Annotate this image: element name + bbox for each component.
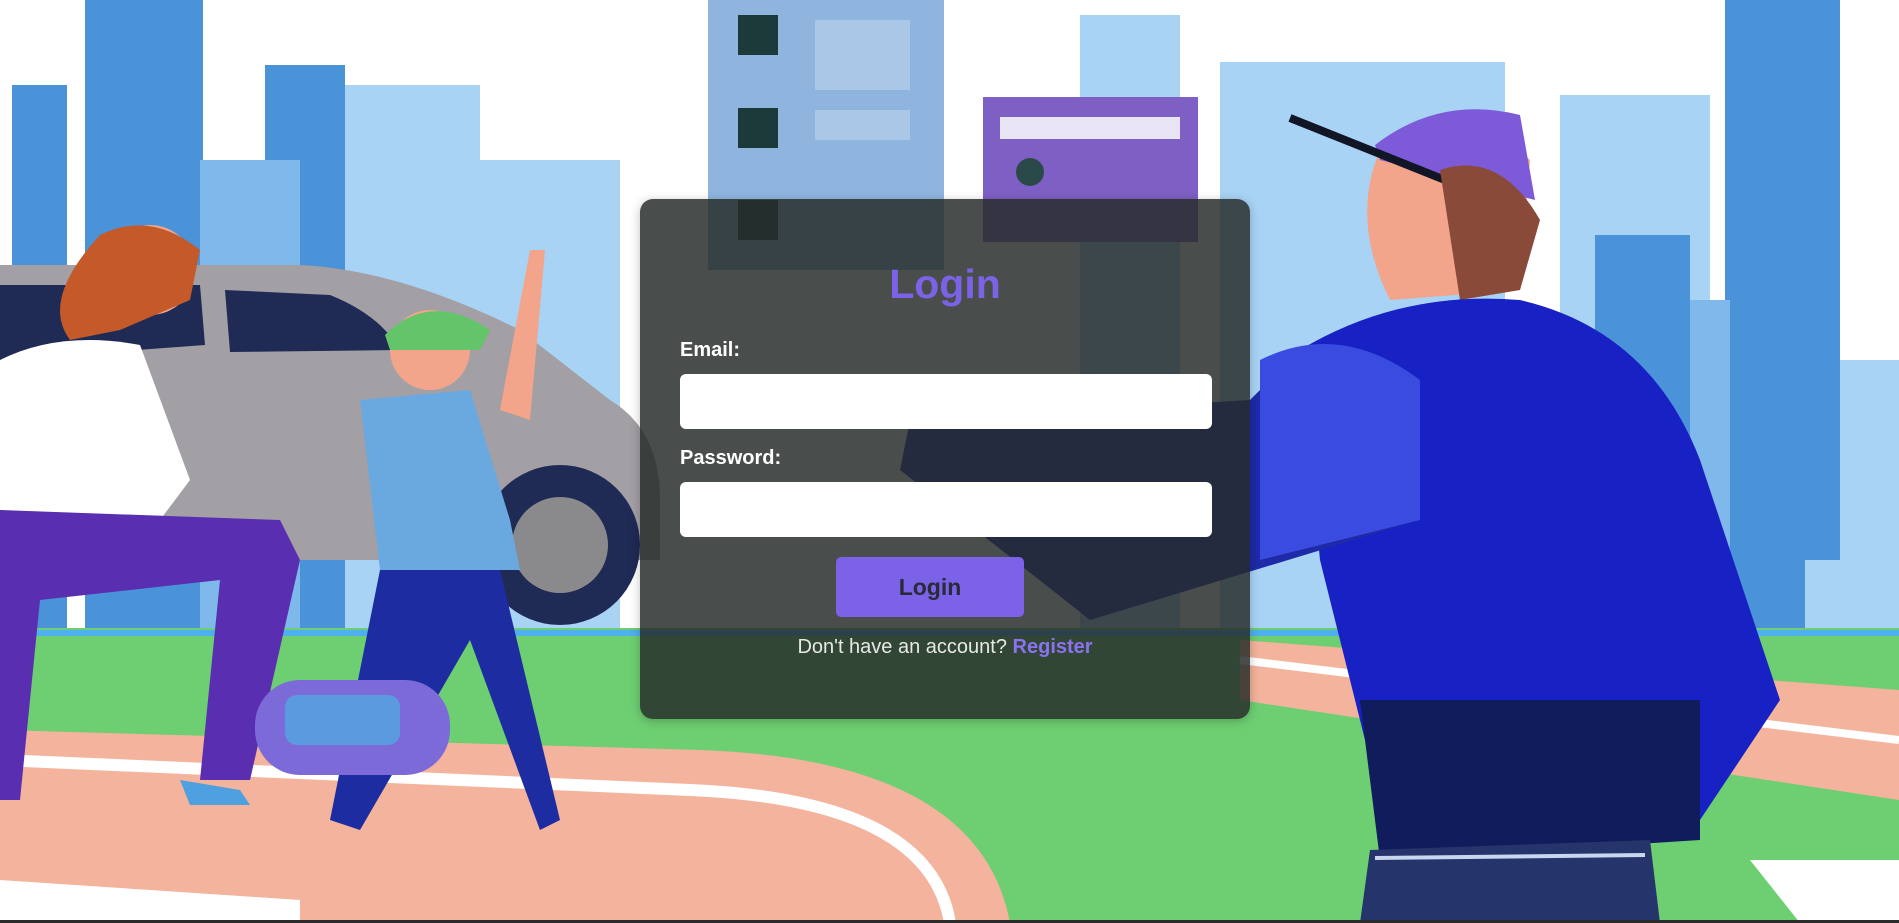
email-label: Email: [680,339,741,361]
email-field[interactable] [680,374,1212,429]
login-title: Login [889,261,1001,307]
register-prompt: Don't have an account? [797,636,1007,658]
register-prompt-row: Don't have an account? Register [640,636,1250,659]
login-button[interactable]: Login [836,557,1024,617]
register-link[interactable]: Register [1013,636,1093,658]
login-card: Login Email: Password: Login Don't have … [640,199,1250,719]
password-label: Password: [680,447,782,469]
password-field[interactable] [680,482,1212,537]
